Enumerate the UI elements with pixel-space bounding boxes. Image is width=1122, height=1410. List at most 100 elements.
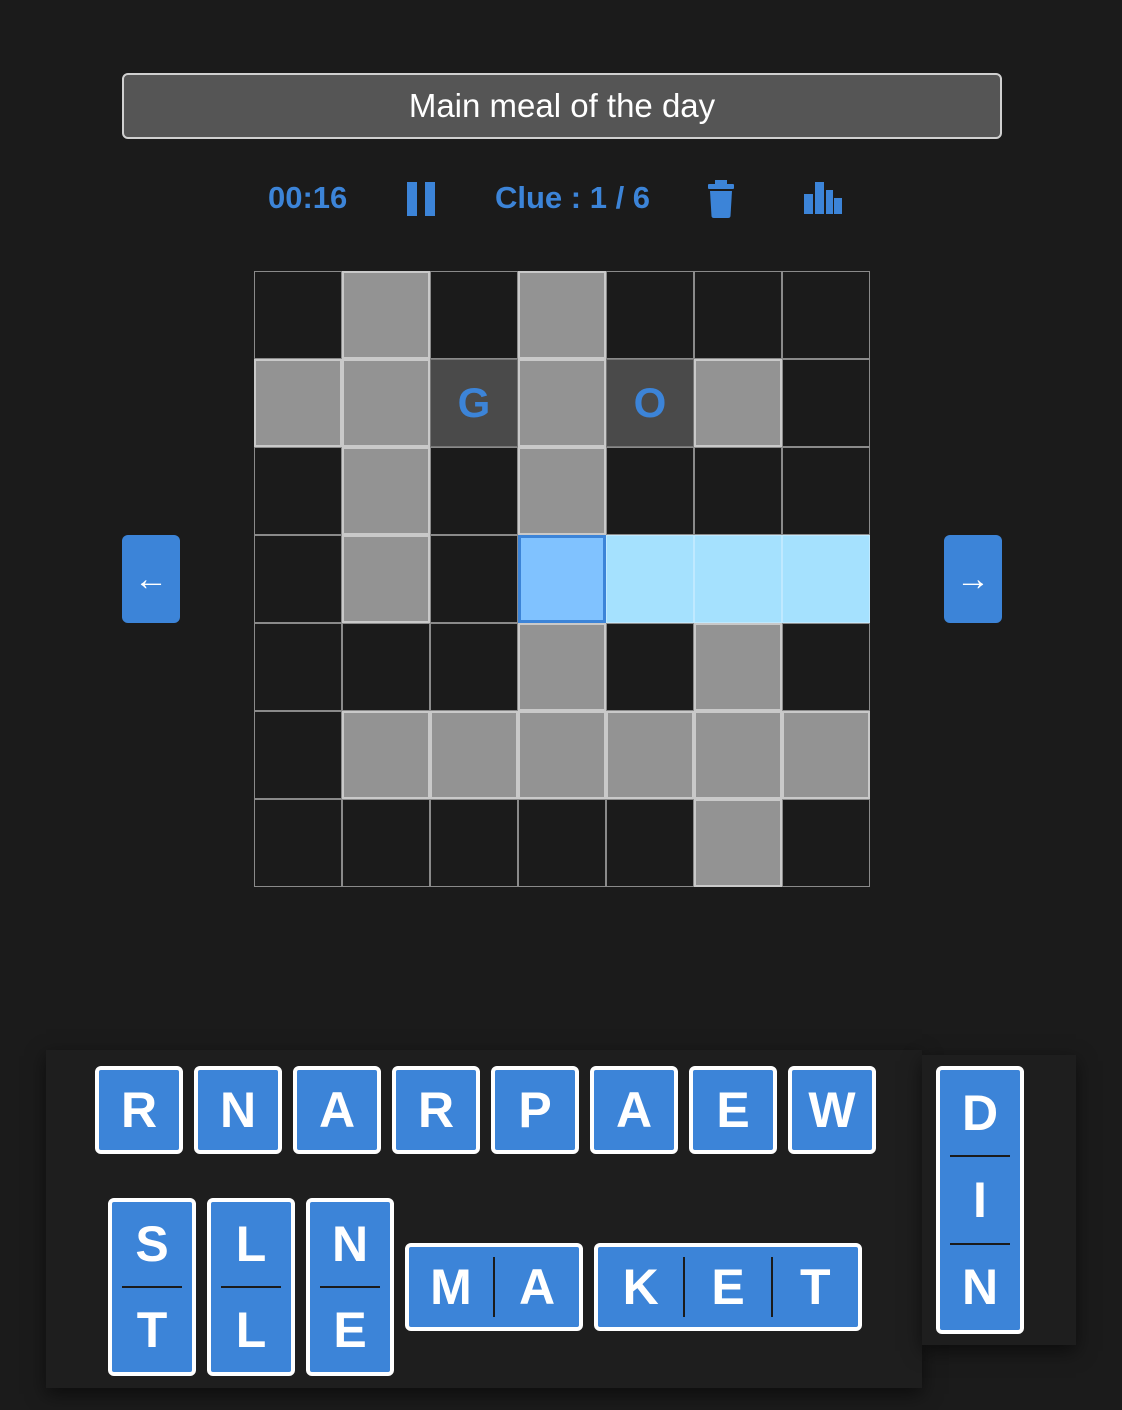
tile-letter: N — [950, 1242, 1010, 1330]
grid-cell[interactable] — [518, 447, 606, 535]
grid-cell — [430, 447, 518, 535]
letter-tile[interactable]: A — [293, 1066, 381, 1154]
tile-letter: L — [235, 1216, 267, 1272]
letter-tile[interactable]: MA — [405, 1243, 583, 1331]
grid-cell — [606, 623, 694, 711]
letter-tile[interactable]: N — [194, 1066, 282, 1154]
grid-cell — [430, 799, 518, 887]
letter-tile[interactable]: P — [491, 1066, 579, 1154]
tile-letter: P — [518, 1082, 552, 1138]
tile-letter: I — [950, 1155, 1010, 1242]
grid-cell — [694, 447, 782, 535]
grid-cell[interactable] — [782, 535, 870, 623]
grid-cell[interactable] — [694, 535, 782, 623]
tile-letter: T — [122, 1286, 182, 1372]
grid-cell[interactable] — [694, 799, 782, 887]
clue-bar: Main meal of the day — [122, 73, 1002, 139]
grid-cell — [254, 799, 342, 887]
grid-cell — [606, 271, 694, 359]
grid-cell — [694, 271, 782, 359]
grid-cell — [254, 535, 342, 623]
clue-text: Main meal of the day — [408, 87, 716, 124]
grid-cell[interactable] — [518, 535, 606, 623]
grid-cell[interactable] — [782, 711, 870, 799]
grid-cell[interactable]: O — [606, 359, 694, 447]
tile-letter: K — [622, 1259, 659, 1315]
grid-cell — [782, 447, 870, 535]
grid-letter: G — [457, 379, 491, 426]
grid-cell — [254, 271, 342, 359]
grid-cell[interactable] — [694, 623, 782, 711]
grid-cell[interactable] — [694, 359, 782, 447]
tile-letter: N — [331, 1216, 369, 1272]
tile-letter: R — [417, 1082, 455, 1138]
tile-letter: E — [683, 1257, 770, 1317]
next-clue-button[interactable]: → — [944, 535, 1002, 623]
toolbar: 00:16 Clue : 1 / 6 — [0, 170, 1122, 230]
grid-letter: O — [633, 379, 667, 426]
grid-cell — [782, 799, 870, 887]
arrow-left-icon: ← — [134, 559, 168, 598]
prev-clue-button[interactable]: ← — [122, 535, 180, 623]
letter-tile[interactable]: ST — [108, 1198, 196, 1376]
grid-cell — [518, 799, 606, 887]
tile-letter: S — [135, 1216, 169, 1272]
grid-cell — [254, 623, 342, 711]
tile-letter: W — [808, 1082, 856, 1138]
grid-cell[interactable]: G — [430, 359, 518, 447]
arrow-right-icon: → — [956, 559, 990, 598]
letter-tile[interactable]: W — [788, 1066, 876, 1154]
letter-tile[interactable]: A — [590, 1066, 678, 1154]
grid-cell — [782, 623, 870, 711]
trash-icon[interactable] — [706, 180, 736, 218]
grid-cell — [254, 711, 342, 799]
clue-counter: Clue : 1 / 6 — [495, 180, 651, 215]
letter-tile[interactable]: NE — [306, 1198, 394, 1376]
tile-letter: E — [320, 1286, 380, 1372]
grid-cell[interactable] — [518, 359, 606, 447]
grid-cell — [606, 799, 694, 887]
pause-icon[interactable] — [407, 182, 437, 216]
tile-letter: L — [221, 1286, 281, 1372]
grid-cell[interactable] — [342, 535, 430, 623]
letter-tile[interactable]: R — [95, 1066, 183, 1154]
grid-cell — [430, 623, 518, 711]
tile-letter: A — [493, 1257, 579, 1317]
grid-cell[interactable] — [694, 711, 782, 799]
letter-tile[interactable]: LL — [207, 1198, 295, 1376]
tile-letter: D — [961, 1084, 999, 1141]
grid-cell — [430, 271, 518, 359]
grid-cell[interactable] — [606, 711, 694, 799]
grid-cell[interactable] — [254, 359, 342, 447]
grid-cell — [606, 447, 694, 535]
tile-letter: R — [120, 1082, 158, 1138]
grid-cell[interactable] — [342, 271, 430, 359]
tile-letter: M — [430, 1259, 472, 1315]
grid-cell — [342, 623, 430, 711]
tile-letter: T — [770, 1257, 858, 1317]
grid-cell[interactable] — [518, 271, 606, 359]
crossword-grid: GO — [254, 271, 870, 887]
grid-cell[interactable] — [606, 535, 694, 623]
grid-cell[interactable] — [518, 623, 606, 711]
bar-chart-icon[interactable] — [803, 180, 843, 216]
letter-tile[interactable]: R — [392, 1066, 480, 1154]
letter-tile[interactable]: DIN — [936, 1066, 1024, 1334]
tile-letter: E — [716, 1082, 750, 1138]
grid-cell — [782, 359, 870, 447]
tile-letter: A — [318, 1082, 356, 1138]
grid-cell — [254, 447, 342, 535]
grid-cell[interactable] — [342, 711, 430, 799]
grid-cell[interactable] — [342, 359, 430, 447]
grid-cell[interactable] — [518, 711, 606, 799]
tile-letter: A — [615, 1082, 653, 1138]
grid-cell — [782, 271, 870, 359]
grid-cell[interactable] — [430, 711, 518, 799]
letter-tile[interactable]: E — [689, 1066, 777, 1154]
timer: 00:16 — [268, 180, 348, 215]
grid-cell — [430, 535, 518, 623]
grid-cell — [342, 799, 430, 887]
tile-letter: N — [219, 1082, 257, 1138]
letter-tile[interactable]: KET — [594, 1243, 862, 1331]
grid-cell[interactable] — [342, 447, 430, 535]
